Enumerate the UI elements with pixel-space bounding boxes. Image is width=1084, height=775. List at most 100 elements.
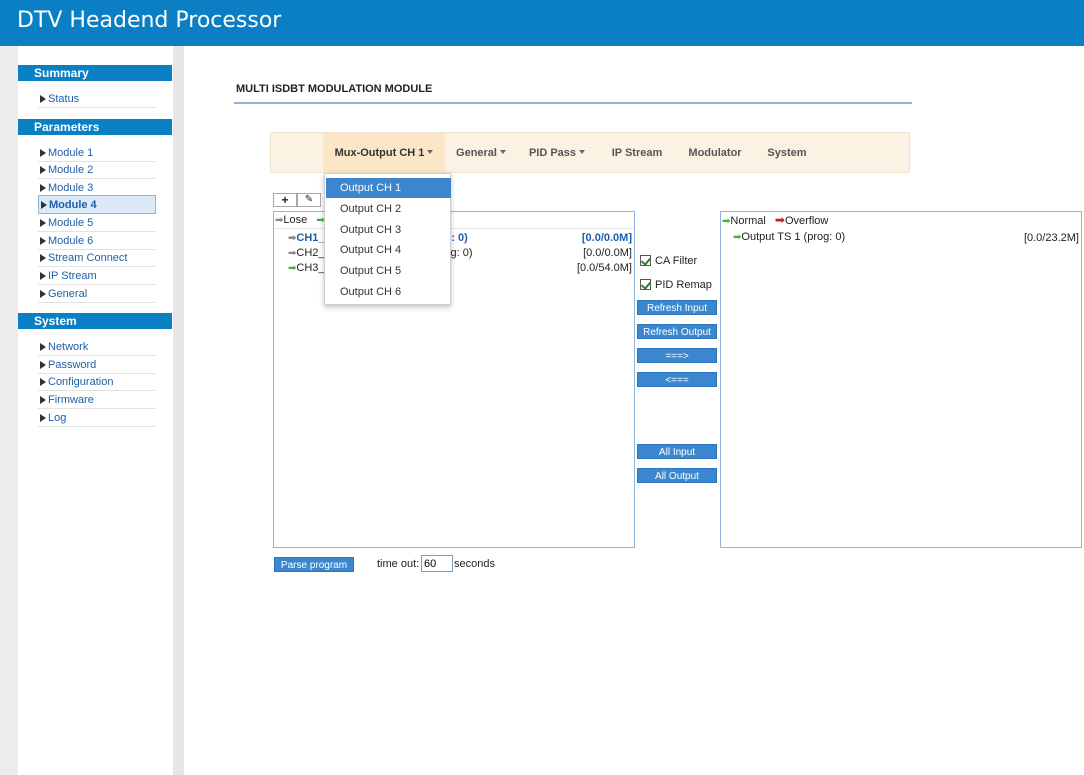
sidebar-section-parameters: Parameters: [18, 119, 172, 135]
refresh-output-button[interactable]: Refresh Output: [637, 324, 717, 339]
edit-button[interactable]: ✎: [297, 193, 321, 207]
app-header: DTV Headend Processor: [0, 0, 1084, 46]
input-tree-row-ch3[interactable]: ➡CH3_: [288, 261, 325, 276]
output-rate-ts1: [0.0/23.2M]: [1023, 232, 1079, 244]
sidebar-item-label: Module 1: [48, 147, 94, 159]
triangle-right-icon: [40, 272, 46, 280]
sidebar-item-stream-connect[interactable]: Stream Connect: [38, 249, 156, 267]
menu-label: System: [767, 147, 807, 159]
title-divider: [234, 102, 912, 104]
sidebar-gutter: [173, 46, 184, 775]
main-content: MULTI ISDBT MODULATION MODULE Mux-Output…: [184, 46, 1084, 775]
sidebar-item-label: Configuration: [48, 376, 114, 388]
triangle-right-icon: [40, 184, 46, 192]
caret-down-icon: [579, 150, 586, 154]
caret-down-icon: [499, 150, 506, 154]
triangle-right-icon: [40, 290, 46, 298]
ca-filter-label: CA Filter: [655, 255, 698, 267]
checkbox-checked-icon: [640, 255, 651, 266]
dropdown-item-output-ch5[interactable]: Output CH 5: [326, 261, 451, 281]
output-tree-row-ts1[interactable]: ➡Output TS 1 (prog: 0): [733, 230, 845, 245]
timeout-input[interactable]: [421, 555, 453, 572]
sidebar-item-module-6[interactable]: Module 6: [38, 232, 156, 250]
refresh-input-button[interactable]: Refresh Input: [637, 300, 717, 315]
triangle-right-icon: [40, 378, 46, 386]
triangle-right-icon: [40, 237, 46, 245]
sidebar-item-configuration[interactable]: Configuration: [38, 373, 156, 391]
menu-label: General: [456, 147, 497, 159]
pid-remap-label: PID Remap: [655, 279, 712, 291]
caret-down-icon: [427, 150, 434, 154]
sidebar-item-firmware[interactable]: Firmware: [38, 391, 156, 409]
pid-remap-checkbox[interactable]: PID Remap: [640, 279, 712, 292]
timeout-label: time out:: [377, 558, 420, 570]
tree-row-suffix: g: 0): [450, 247, 473, 259]
tree-row-name: CH1_: [296, 232, 325, 244]
legend-overflow: Overflow: [784, 215, 829, 227]
move-to-output-button[interactable]: ===>: [637, 348, 717, 363]
all-input-button[interactable]: All Input: [637, 444, 717, 459]
dropdown-item-output-ch6[interactable]: Output CH 6: [326, 282, 451, 302]
app-title: DTV Headend Processor: [17, 8, 282, 33]
sidebar-item-general[interactable]: General: [38, 285, 156, 303]
sidebar-item-label: Module 5: [48, 217, 94, 229]
output-legend: ➡Normal ➡Overflow: [721, 212, 1081, 229]
menu-label: IP Stream: [611, 147, 663, 159]
dropdown-item-output-ch1[interactable]: Output CH 1: [326, 178, 451, 198]
sidebar-item-network[interactable]: Network: [38, 338, 156, 356]
menu-mux-output[interactable]: Mux-Output CH 1: [323, 133, 445, 173]
all-output-button[interactable]: All Output: [637, 468, 717, 483]
sidebar-item-label: Module 3: [48, 182, 94, 194]
triangle-right-icon: [40, 95, 46, 103]
dropdown-item-output-ch4[interactable]: Output CH 4: [326, 240, 451, 260]
menu-general[interactable]: General: [449, 133, 513, 173]
sidebar-section-summary: Summary: [18, 65, 172, 81]
parse-program-button[interactable]: Parse program: [274, 557, 354, 572]
legend-lose: Lose: [283, 214, 308, 226]
ca-filter-checkbox[interactable]: CA Filter: [640, 255, 697, 268]
triangle-right-icon: [40, 166, 46, 174]
sidebar-item-label: Module 2: [48, 164, 94, 176]
legend-normal: Normal: [730, 215, 766, 227]
sidebar-item-label: Firmware: [48, 394, 94, 406]
triangle-right-icon: [40, 414, 46, 422]
tree-row-name: CH3_: [296, 262, 325, 274]
sidebar-item-label: Stream Connect: [48, 252, 128, 264]
sidebar-item-ip-stream[interactable]: IP Stream: [38, 267, 156, 285]
sidebar-item-label: Network: [48, 341, 89, 353]
menu-modulator[interactable]: Modulator: [683, 133, 747, 173]
output-channel-dropdown: Output CH 1 Output CH 2 Output CH 3 Outp…: [324, 173, 451, 305]
input-rate-ch3: [0.0/54.0M]: [576, 262, 632, 274]
input-rate-ch1: [0.0/0.0M]: [581, 232, 632, 244]
sidebar-item-module-2[interactable]: Module 2: [38, 161, 156, 179]
sidebar-item-module-1[interactable]: Module 1: [38, 144, 156, 162]
tree-row-name: Output TS 1 (prog: 0): [741, 231, 846, 243]
sidebar-item-label: Password: [48, 359, 97, 371]
output-panel[interactable]: ➡Normal ➡Overflow ➡Output TS 1 (prog: 0)…: [720, 211, 1082, 548]
triangle-right-icon: [40, 219, 46, 227]
menu-label: Mux-Output CH 1: [334, 147, 425, 159]
sidebar-item-status[interactable]: Status: [38, 90, 156, 108]
dropdown-item-output-ch3[interactable]: Output CH 3: [326, 220, 451, 240]
page-title: MULTI ISDBT MODULATION MODULE: [236, 83, 433, 95]
menu-system[interactable]: System: [755, 133, 819, 173]
triangle-right-icon: [41, 201, 47, 209]
sidebar-item-label: Module 6: [48, 235, 94, 247]
sidebar: Summary Status Parameters Module 1 Modul…: [18, 46, 173, 775]
sidebar-item-module-5[interactable]: Module 5: [38, 214, 156, 232]
menu-label: PID Pass: [528, 147, 577, 159]
add-button[interactable]: +: [273, 193, 297, 207]
triangle-right-icon: [40, 396, 46, 404]
move-to-input-button[interactable]: <===: [637, 372, 717, 387]
module-menubar: Mux-Output CH 1 General PID Pass IP Stre…: [270, 132, 910, 173]
menu-ip-stream[interactable]: IP Stream: [605, 133, 669, 173]
sidebar-item-log[interactable]: Log: [38, 409, 156, 427]
input-rate-ch2: [0.0/0.0M]: [583, 247, 632, 259]
sidebar-item-module-4[interactable]: Module 4: [38, 195, 156, 214]
sidebar-item-label: General: [48, 288, 88, 300]
sidebar-item-password[interactable]: Password: [38, 356, 156, 374]
menu-pid-pass[interactable]: PID Pass: [525, 133, 589, 173]
menu-label: Modulator: [688, 147, 742, 159]
triangle-right-icon: [40, 343, 46, 351]
dropdown-item-output-ch2[interactable]: Output CH 2: [326, 199, 451, 219]
